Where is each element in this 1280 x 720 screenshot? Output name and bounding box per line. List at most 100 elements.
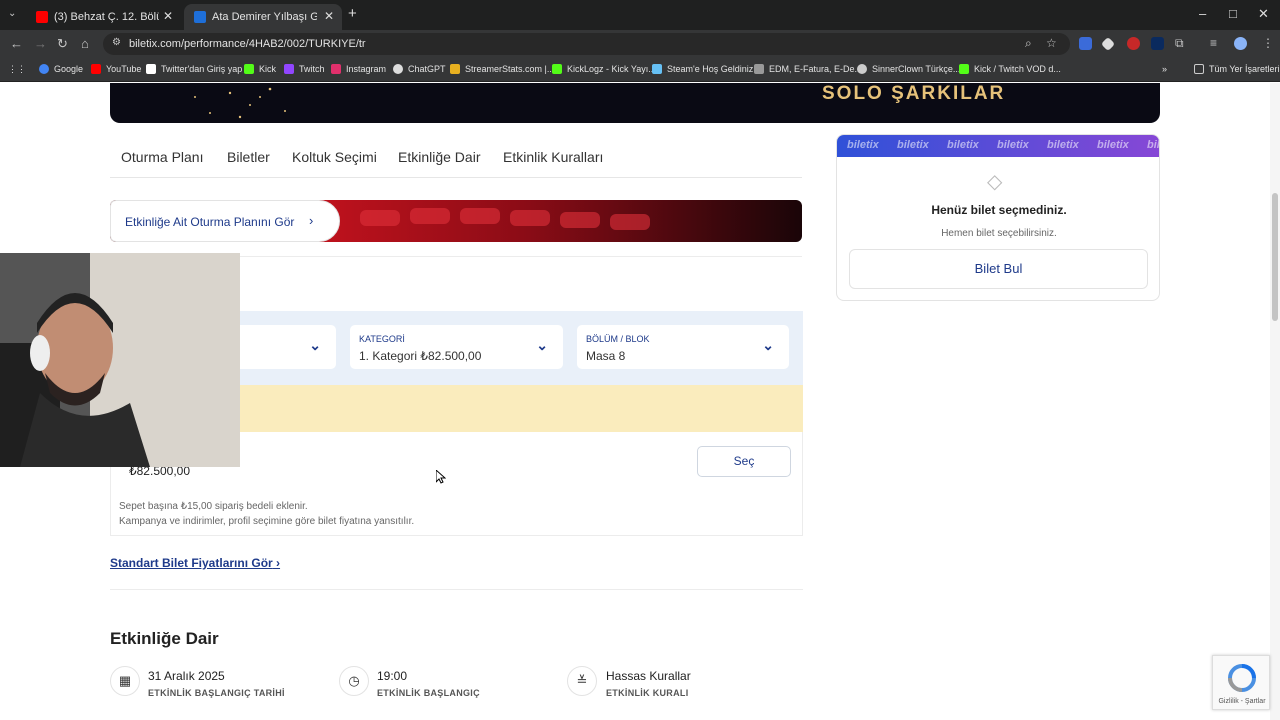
- chevron-down-icon: ⌄: [762, 337, 774, 353]
- close-tab-icon[interactable]: ✕: [324, 9, 334, 23]
- cart-brand-word: biletix: [997, 139, 1029, 151]
- event-date: 31 Aralık 2025: [148, 669, 225, 683]
- home-icon[interactable]: ⌂: [81, 36, 89, 51]
- chart-icon: [450, 64, 460, 74]
- bookmark-label: EDM, E-Fatura, E-De...: [769, 64, 863, 74]
- minimize-button[interactable]: –: [1199, 6, 1206, 21]
- find-ticket-button[interactable]: Bilet Bul: [849, 249, 1148, 289]
- bookmark-twitter[interactable]: Twitter'dan Giriş yap: [146, 64, 242, 74]
- tab-etkinlige-dair[interactable]: Etkinliğe Dair: [398, 149, 480, 165]
- bookmark-chatgpt[interactable]: ChatGPT: [393, 64, 446, 74]
- cart-header: biletix biletix biletix biletix biletix …: [837, 135, 1159, 157]
- chatgpt-icon: [393, 64, 403, 74]
- browser-tab-strip: ⌄ (3) Behzat Ç. 12. Bölüm HD - Yo ✕ Ata …: [0, 0, 1280, 30]
- media-icon[interactable]: ≡: [1210, 36, 1217, 50]
- bookmark-kicklogz[interactable]: KickLogz - Kick Yayı...: [552, 64, 656, 74]
- select-ticket-button[interactable]: Seç: [697, 446, 791, 477]
- extension-icon[interactable]: [1127, 37, 1140, 50]
- bookmark-label: Steam'e Hoş Geldiniz: [667, 64, 754, 74]
- profile-avatar[interactable]: [1234, 37, 1247, 50]
- bookmark-vod[interactable]: Kick / Twitch VOD d...: [959, 64, 1061, 74]
- clock-icon: ◷: [339, 666, 369, 696]
- bookmark-twitch[interactable]: Twitch: [284, 64, 325, 74]
- tab-etkinlik-kurallari[interactable]: Etkinlik Kuralları: [503, 149, 603, 165]
- folder-icon: [1194, 64, 1204, 74]
- scroll-thumb[interactable]: [1272, 193, 1278, 321]
- block-select[interactable]: BÖLÜM / BLOK Masa 8 ⌄: [577, 325, 789, 369]
- bookmark-youtube[interactable]: YouTube: [91, 64, 141, 74]
- maximize-button[interactable]: □: [1229, 6, 1237, 21]
- banner-title: SOLO ŞARKILAR: [822, 83, 1006, 104]
- document-icon: [754, 64, 764, 74]
- event-banner: SOLO ŞARKILAR: [110, 83, 1160, 123]
- order-fee-note: Sepet başına ₺15,00 sipariş bedeli eklen…: [119, 501, 308, 512]
- zoom-icon[interactable]: ⌕: [1025, 36, 1032, 51]
- about-title: Etkinliğe Dair: [110, 629, 219, 648]
- tab-koltuk-secimi[interactable]: Koltuk Seçimi: [292, 149, 377, 165]
- browser-tab-biletix[interactable]: Ata Demirer Yılbaşı Gazinosu bi ✕: [184, 4, 342, 30]
- event-rule-label: ETKİNLİK KURALI: [606, 688, 689, 698]
- divider: [110, 589, 803, 590]
- photoshop-icon[interactable]: [1151, 37, 1164, 50]
- discount-note: Kampanya ve indirimler, profil seçimine …: [119, 516, 415, 527]
- url-text[interactable]: biletix.com/performance/4HAB2/002/TURKIY…: [129, 38, 366, 50]
- scrollbar[interactable]: [1270, 83, 1280, 720]
- forward-icon[interactable]: →: [34, 36, 47, 51]
- mouse-cursor-icon: [436, 470, 446, 484]
- extension-icon[interactable]: [1079, 37, 1092, 50]
- category-label: KATEGORİ: [359, 334, 405, 344]
- bookmark-steam[interactable]: Steam'e Hoş Geldiniz: [652, 64, 753, 74]
- instagram-icon: [331, 64, 341, 74]
- reload-icon[interactable]: ↻: [57, 36, 68, 52]
- bookmark-instagram[interactable]: Instagram: [331, 64, 386, 74]
- site-info-icon[interactable]: ⚙: [112, 37, 121, 48]
- event-date-label: ETKİNLİK BAŞLANGIÇ TARİHİ: [148, 688, 285, 698]
- cart-brand-word: biletix: [947, 139, 979, 151]
- event-time: 19:00: [377, 669, 408, 683]
- category-select[interactable]: KATEGORİ 1. Kategori ₺82.500,00 ⌄: [350, 325, 563, 369]
- bookmark-sinnerclown[interactable]: SinnerClown Türkçe...: [857, 64, 960, 74]
- bookmark-kick[interactable]: Kick: [244, 64, 276, 74]
- close-tab-icon[interactable]: ✕: [163, 9, 173, 23]
- close-window-button[interactable]: ✕: [1258, 6, 1269, 22]
- cart-panel: biletix biletix biletix biletix biletix …: [836, 134, 1160, 301]
- bookmark-edm[interactable]: EDM, E-Fatura, E-De...: [754, 64, 862, 74]
- new-tab-button[interactable]: +: [348, 5, 357, 22]
- bookmark-label: Kick: [259, 64, 277, 74]
- bookmark-label: ChatGPT: [408, 64, 446, 74]
- bookmark-star-icon[interactable]: ☆: [1046, 36, 1057, 50]
- browser-tab-youtube[interactable]: (3) Behzat Ç. 12. Bölüm HD - Yo ✕: [26, 4, 181, 30]
- seat-plan-banner: Etkinliğe Ait Oturma Planını Gör ›: [110, 200, 802, 242]
- chevron-down-icon: ⌄: [536, 337, 548, 353]
- cart-brand-word: biletix: [847, 139, 879, 151]
- bookmark-google[interactable]: Google: [39, 64, 83, 74]
- youtube-icon: [91, 64, 101, 74]
- all-bookmarks[interactable]: Tüm Yer İşaretleri: [1194, 64, 1280, 74]
- globe-icon: [857, 64, 867, 74]
- google-icon: [39, 64, 49, 74]
- extensions-puzzle-icon[interactable]: ⧉: [1175, 36, 1184, 51]
- extension-icon[interactable]: [1100, 36, 1116, 52]
- bookmark-label: KickLogz - Kick Yayı...: [567, 64, 656, 74]
- apps-icon[interactable]: ⋮⋮: [8, 64, 26, 75]
- bookmark-streamerstats[interactable]: StreamerStats.com |...: [450, 64, 554, 74]
- menu-icon[interactable]: ⋮: [1262, 36, 1274, 50]
- back-icon[interactable]: ←: [10, 36, 23, 51]
- tab-search-icon[interactable]: ⌄: [8, 8, 16, 19]
- kick-icon: [244, 64, 254, 74]
- steam-icon: [652, 64, 662, 74]
- cart-subtitle: Hemen bilet seçebilirsiniz.: [941, 228, 1057, 239]
- more-bookmarks-icon[interactable]: »: [1162, 64, 1167, 74]
- recaptcha-badge[interactable]: Gizlilik - Şartlar: [1212, 655, 1270, 710]
- all-bookmarks-label: Tüm Yer İşaretleri: [1209, 64, 1280, 74]
- tab-title: Ata Demirer Yılbaşı Gazinosu bi: [212, 11, 317, 23]
- cart-brand-word: biletix: [1047, 139, 1079, 151]
- webcam-overlay: [0, 253, 240, 467]
- seat-plan-button[interactable]: Etkinliğe Ait Oturma Planını Gör ›: [110, 200, 340, 242]
- bookmark-label: Twitch: [299, 64, 325, 74]
- tab-biletler[interactable]: Biletler: [227, 149, 270, 165]
- bookmark-label: Google: [54, 64, 84, 74]
- tab-oturma-plani[interactable]: Oturma Planı: [121, 149, 203, 165]
- standard-prices-link[interactable]: Standart Bilet Fiyatlarını Gör ›: [110, 556, 280, 570]
- recaptcha-icon: [1228, 664, 1256, 692]
